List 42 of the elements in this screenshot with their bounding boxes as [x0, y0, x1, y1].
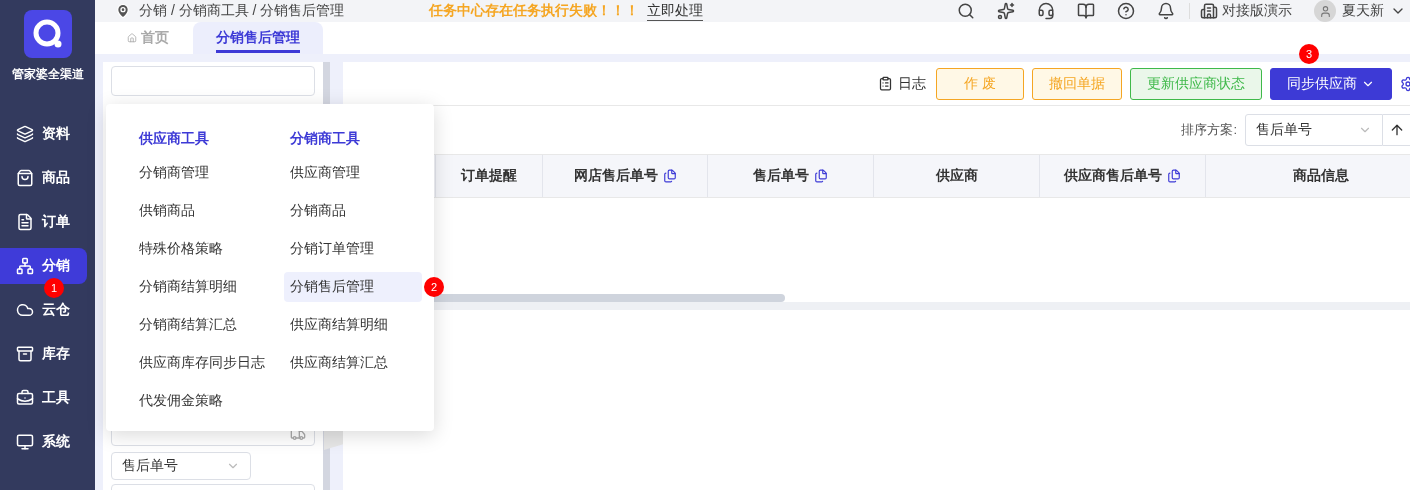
organization-label[interactable]: 对接版演示: [1200, 2, 1292, 20]
field-select[interactable]: 售后单号: [111, 452, 251, 480]
handle-now-link[interactable]: 立即处理: [647, 1, 704, 21]
nav-item[interactable]: 资料: [0, 116, 87, 152]
menu-item[interactable]: 供应商库存同步日志: [133, 348, 271, 378]
step-badge: 2: [424, 277, 444, 297]
brand-name: 管家婆全渠道: [10, 66, 85, 83]
column-header: 网店售后单号: [543, 155, 708, 197]
nav-item[interactable]: 系统: [0, 424, 87, 460]
menu-item[interactable]: 供销商品: [133, 196, 271, 226]
nav-item[interactable]: 工具: [0, 380, 87, 416]
menu-item[interactable]: 供应商结算明细: [283, 310, 422, 340]
step-badge: 1: [44, 278, 64, 298]
menu-heading: 供应商工具: [138, 129, 210, 148]
menu-item[interactable]: 分销商结算汇总: [133, 310, 271, 340]
sort-select[interactable]: 售后单号: [1245, 114, 1383, 146]
column-header: 订单提醒: [436, 155, 543, 197]
menu-heading: 分销商工具: [288, 129, 361, 148]
column-header: 供应商: [874, 155, 1040, 197]
column-header: 商品信息: [1206, 155, 1410, 197]
tab[interactable]: 分销售后管理: [193, 22, 323, 54]
user-name[interactable]: 夏天新: [1342, 2, 1384, 20]
nav-item[interactable]: 订单: [0, 204, 87, 240]
menu-item[interactable]: 供应商结算汇总: [283, 348, 422, 378]
nav-item[interactable]: 分销: [0, 248, 87, 284]
menu-item[interactable]: 分销售后管理: [283, 272, 422, 302]
menu-item[interactable]: 供应商管理: [283, 158, 422, 188]
column-header: 供应商售后单号: [1040, 155, 1206, 197]
toolbar-button[interactable]: 同步供应商: [1270, 67, 1392, 100]
breadcrumb: 分销 / 分销商工具 / 分销售后管理: [139, 2, 345, 20]
warning-notice: 任务中心存在任务执行失败！！！: [429, 2, 640, 20]
column-header: 售后单号: [708, 155, 874, 197]
menu-item[interactable]: 分销商结算明细: [133, 272, 271, 302]
nav-item[interactable]: 商品: [0, 160, 87, 196]
menu-item[interactable]: 特殊价格策略: [133, 234, 271, 264]
menu-item[interactable]: 代发佣金策略: [133, 386, 271, 416]
nav-item[interactable]: 库存: [0, 336, 87, 372]
menu-item[interactable]: 分销商品: [283, 196, 422, 226]
log-link[interactable]: 日志: [878, 74, 926, 93]
menu-item[interactable]: 分销商管理: [133, 158, 271, 188]
sort-label: 排序方案:: [1181, 121, 1237, 139]
menu-item[interactable]: 分销订单管理: [283, 234, 422, 264]
